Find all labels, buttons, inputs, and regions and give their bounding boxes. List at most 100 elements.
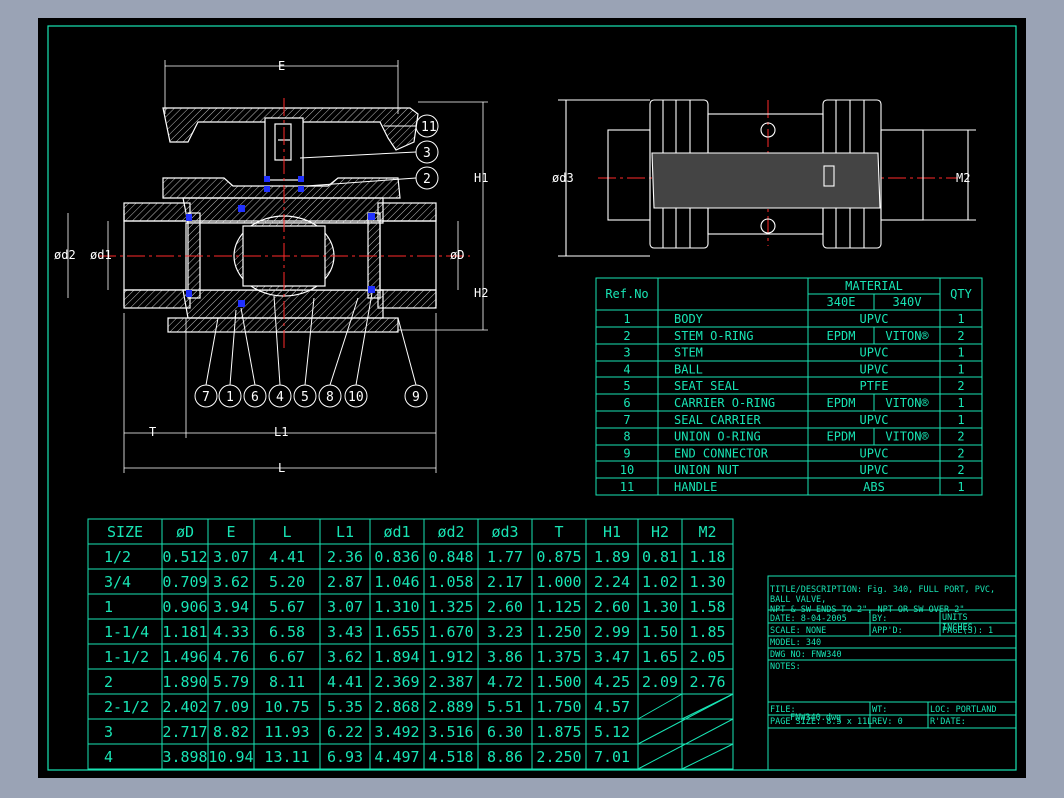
size-cell: 1.85 [689, 623, 725, 641]
size-cell: 1.890 [162, 673, 207, 691]
parts-cell-340e: EPDM [827, 396, 856, 410]
dim-T: T [149, 425, 156, 439]
size-header-cell: E [226, 523, 235, 541]
size-cell: 2.369 [374, 673, 419, 691]
units-field: UNITS [942, 613, 968, 623]
parts-cell-qty: 2 [957, 463, 964, 477]
parts-cell-material: UPVC [860, 346, 889, 360]
size-cell: 0.512 [162, 548, 207, 566]
balloon-8: 8 [326, 390, 334, 405]
dim-d3: ød3 [552, 171, 574, 185]
size-cell: 3.47 [594, 648, 630, 666]
size-cell: 2.402 [162, 698, 207, 716]
balloon-2: 2 [423, 172, 431, 187]
size-cell: 1.750 [536, 698, 581, 716]
size-cell: 2.17 [487, 573, 523, 591]
size-cell: 0.848 [428, 548, 473, 566]
title-line-1: TITLE/DESCRIPTION: Fig. 340, FULL PORT, … [770, 585, 995, 595]
parts-cell-material: UPVC [860, 413, 889, 427]
model-field: MODEL: 340 [770, 638, 821, 648]
size-cell: 1.375 [536, 648, 581, 666]
size-cell: 4.41 [269, 548, 305, 566]
parts-cell-name: STEM O-RING [674, 329, 753, 343]
size-cell: 8.11 [269, 673, 305, 691]
size-cell: 2.87 [327, 573, 363, 591]
dim-E: E [278, 59, 285, 73]
dwg-field: DWG NO: FNW340 [770, 650, 842, 660]
size-cell: 0.875 [536, 548, 581, 566]
dim-M2: M2 [956, 171, 970, 185]
size-row-label: 4 [104, 748, 113, 766]
parts-cell-material: UPVC [860, 362, 889, 376]
size-cell: 1.894 [374, 648, 419, 666]
parts-cell-qty: 1 [957, 413, 964, 427]
size-cell: 2.60 [594, 598, 630, 616]
size-cell: 1.875 [536, 723, 581, 741]
parts-cell-ref: 2 [623, 329, 630, 343]
cad-drawing: E H1 H2 ød2 ød1 øD T L1 L 11 3 2 7 1 6 4… [47, 25, 1017, 771]
size-header-cell: H1 [603, 523, 621, 541]
parts-header-340e: 340E [827, 295, 856, 309]
parts-cell-qty: 2 [957, 379, 964, 393]
by-field: BY: [872, 614, 887, 624]
dim-L: L [278, 461, 285, 475]
size-cell: 8.82 [213, 723, 249, 741]
size-cell: 4.76 [213, 648, 249, 666]
body-bottom [167, 317, 399, 333]
size-cell: 1.046 [374, 573, 419, 591]
size-cell: 6.93 [327, 748, 363, 766]
drawing-canvas[interactable]: E H1 H2 ød2 ød1 øD T L1 L 11 3 2 7 1 6 4… [38, 18, 1026, 778]
size-cell: 2.250 [536, 748, 581, 766]
size-cell: 1.65 [642, 648, 678, 666]
balloon-5: 5 [301, 390, 309, 405]
size-row-label: 1/2 [104, 548, 131, 566]
size-cell: 6.58 [269, 623, 305, 641]
parts-cell-qty: 1 [957, 362, 964, 376]
dim-d2: ød2 [54, 248, 76, 262]
parts-cell-qty: 1 [957, 480, 964, 494]
parts-cell-ref: 3 [623, 346, 630, 360]
size-cell: 4.72 [487, 673, 523, 691]
size-cell: 0.709 [162, 573, 207, 591]
size-cell: 2.387 [428, 673, 473, 691]
parts-cell-340e: EPDM [827, 430, 856, 444]
size-row-label: 3 [104, 723, 113, 741]
parts-cell-name: STEM [674, 346, 703, 360]
parts-cell-name: SEAL CARRIER [674, 413, 761, 427]
size-cell: 11.93 [264, 723, 309, 741]
parts-cell-ref: 11 [620, 480, 634, 494]
size-cell: 2.717 [162, 723, 207, 741]
size-cell: 10.75 [264, 698, 309, 716]
size-cell: 2.36 [327, 548, 363, 566]
size-cell: 2.889 [428, 698, 473, 716]
size-cell: 2.09 [642, 673, 678, 691]
parts-cell-340v: VITON® [885, 396, 929, 410]
size-cell: 1.670 [428, 623, 473, 641]
size-row-label: 2 [104, 673, 113, 691]
parts-cell-ref: 7 [623, 413, 630, 427]
parts-cell-ref: 6 [623, 396, 630, 410]
parts-cell-340e: EPDM [827, 329, 856, 343]
dim-L1: L1 [274, 425, 288, 439]
right-union-top [377, 202, 437, 222]
parts-cell-name: BODY [674, 312, 704, 326]
parts-cell-name: HANDLE [674, 480, 717, 494]
parts-cell-name: SEAT SEAL [674, 379, 739, 393]
parts-cell-material: UPVC [860, 463, 889, 477]
size-cell: 1.655 [374, 623, 419, 641]
parts-cell-qty: 1 [957, 312, 964, 326]
size-header-cell: L1 [336, 523, 354, 541]
size-header-cell: øD [176, 523, 194, 541]
parts-cell-name: BALL [674, 362, 703, 376]
parts-cell-material: UPVC [860, 446, 889, 460]
size-cell: 10.94 [208, 748, 253, 766]
balloon-4: 4 [276, 390, 284, 405]
parts-cell-qty: 1 [957, 346, 964, 360]
size-cell: 1.325 [428, 598, 473, 616]
size-cell: 1.000 [536, 573, 581, 591]
balloon-6: 6 [251, 390, 259, 405]
size-header-cell: M2 [698, 523, 716, 541]
date-field: DATE: 8-04-2005 [770, 614, 847, 624]
balloon-11: 11 [421, 120, 437, 135]
size-header-cell: L [282, 523, 291, 541]
